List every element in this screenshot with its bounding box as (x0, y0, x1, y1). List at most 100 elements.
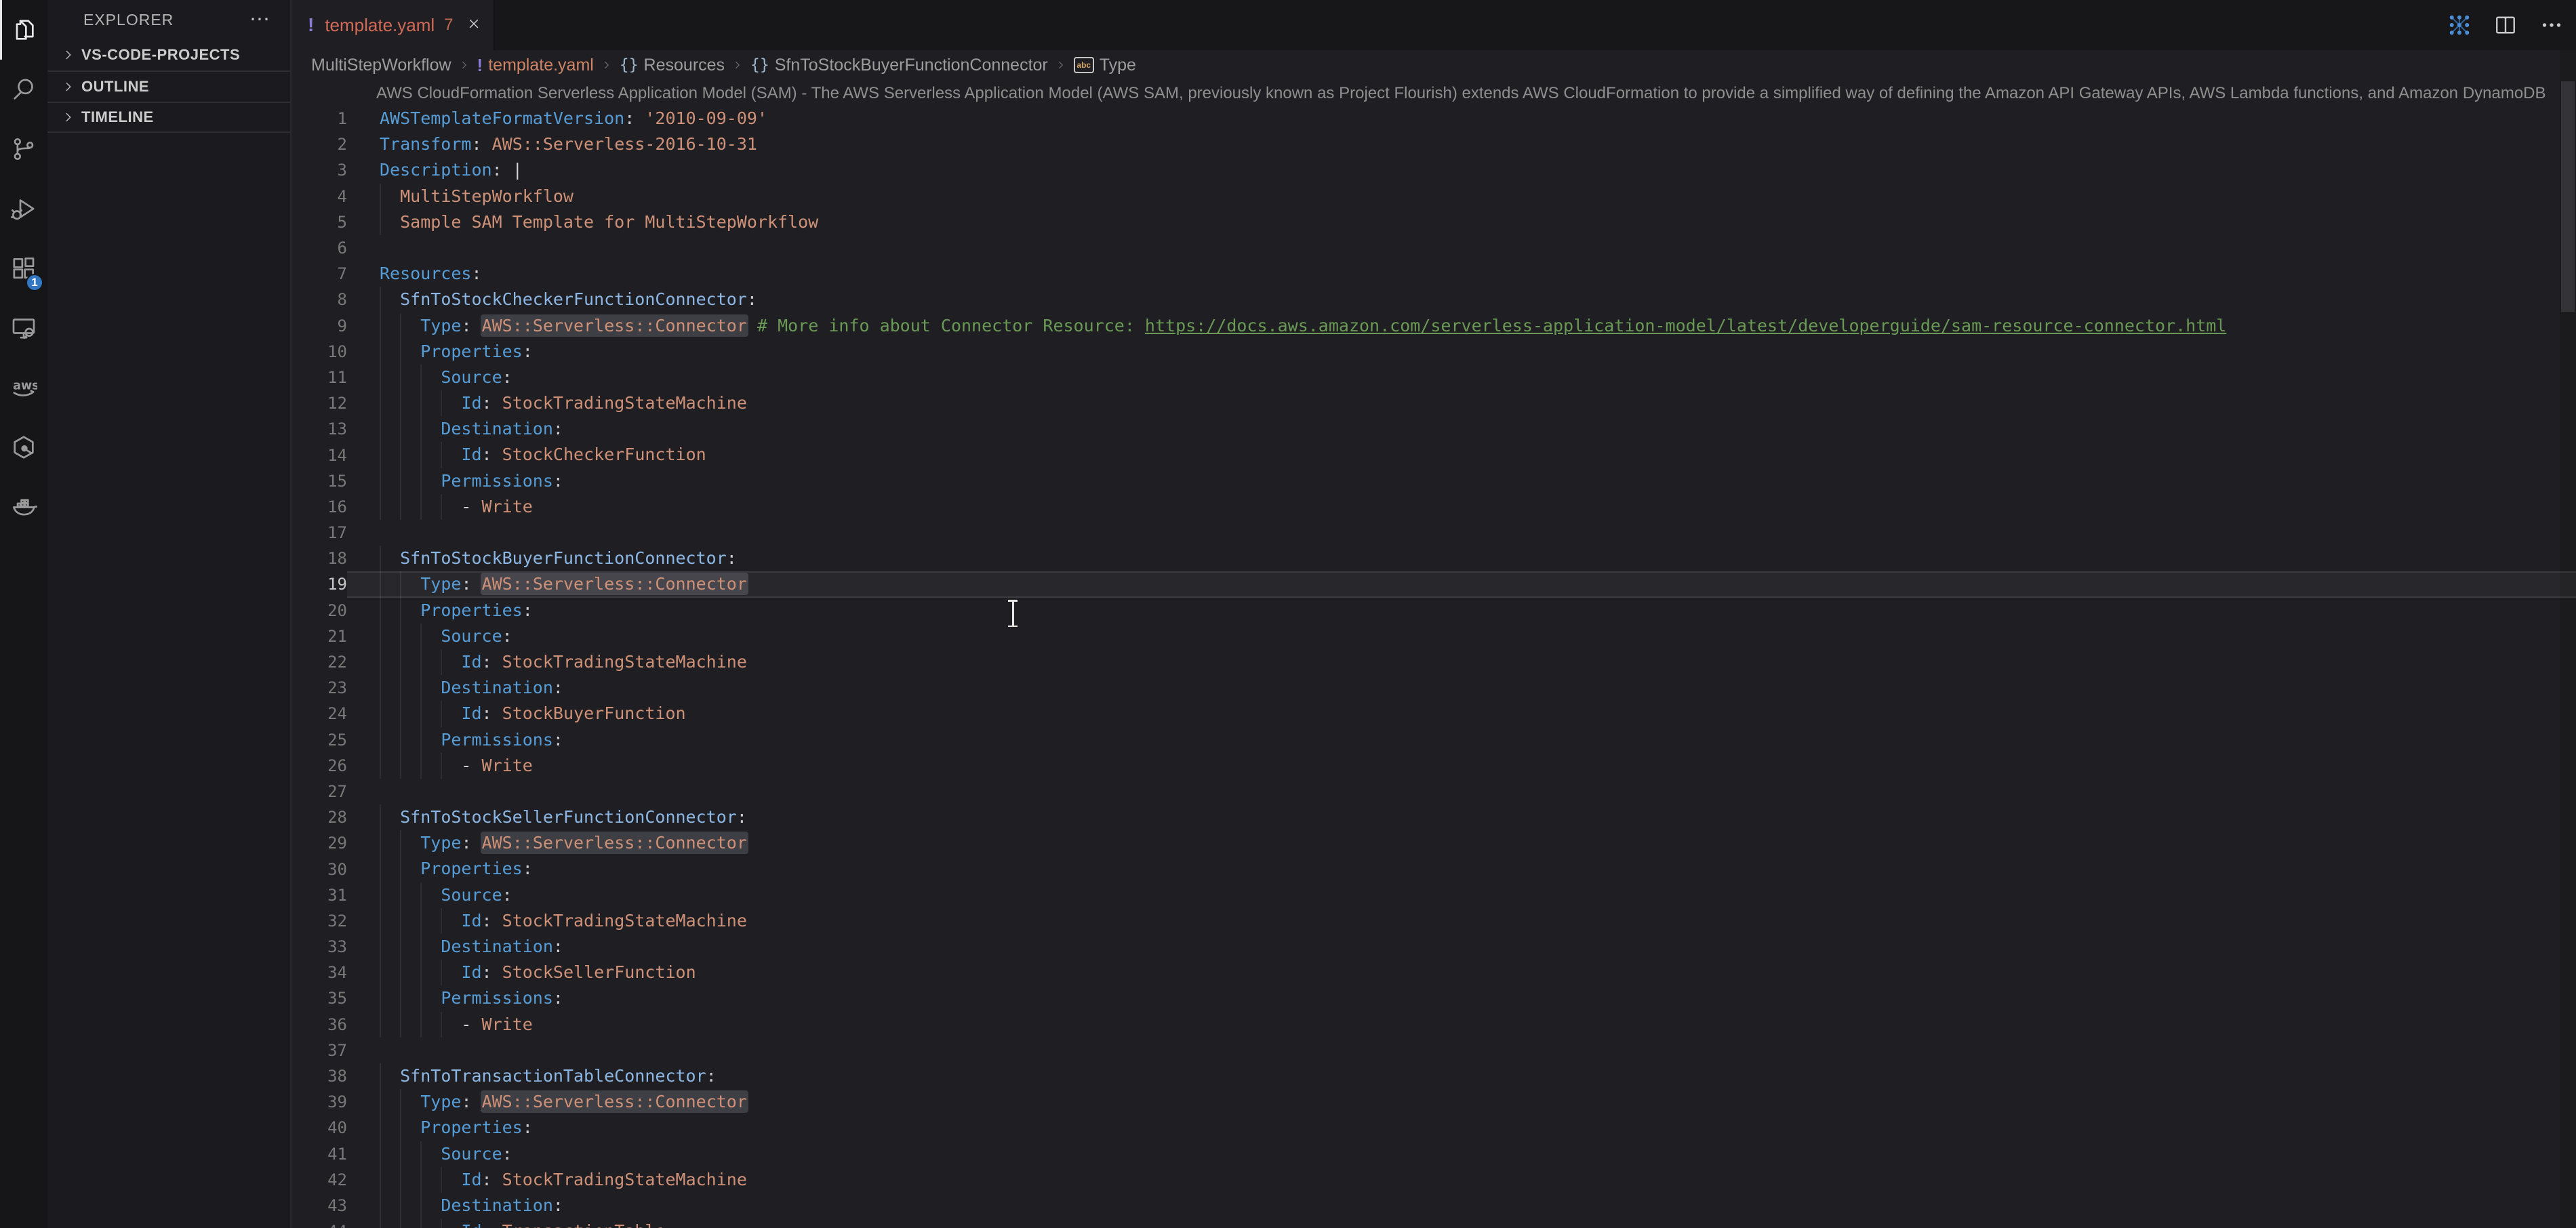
source-control-icon[interactable] (0, 119, 47, 179)
scrollbar-thumb[interactable] (2561, 81, 2575, 312)
editor-scrollbar[interactable] (2560, 50, 2576, 1228)
more-actions-button[interactable] (2538, 12, 2565, 39)
code-line[interactable]: 38 SfnToTransactionTableConnector: (293, 1063, 2576, 1089)
line-number[interactable]: 8 (293, 290, 347, 309)
line-number[interactable]: 14 (293, 446, 347, 465)
line-number[interactable]: 18 (293, 549, 347, 568)
line-number[interactable]: 19 (293, 575, 347, 594)
line-number[interactable]: 7 (293, 264, 347, 283)
code-line[interactable]: 21 Source: (293, 623, 2576, 649)
line-number[interactable]: 26 (293, 756, 347, 775)
line-number[interactable]: 15 (293, 472, 347, 491)
close-icon[interactable] (466, 16, 481, 35)
code-line[interactable]: 31 Source: (293, 882, 2576, 908)
code-line[interactable]: 28 SfnToStockSellerFunctionConnector: (293, 804, 2576, 830)
code-line[interactable]: 40 Properties: (293, 1115, 2576, 1141)
line-number[interactable]: 22 (293, 653, 347, 672)
code-line[interactable]: 13 Destination: (293, 416, 2576, 442)
code-line[interactable]: 1AWSTemplateFormatVersion: '2010-09-09' (293, 106, 2576, 131)
editor-area[interactable]: AWS CloudFormation Serverless Applicatio… (293, 80, 2576, 1228)
views-and-more-actions-icon[interactable]: ⋯ (249, 16, 270, 23)
line-number[interactable]: 42 (293, 1170, 347, 1189)
code-line[interactable]: 44 Id: TransactionTable (293, 1219, 2576, 1228)
line-number[interactable]: 41 (293, 1145, 347, 1164)
code-line[interactable]: 39 Type: AWS::Serverless::Connector (293, 1089, 2576, 1115)
line-number[interactable]: 43 (293, 1196, 347, 1215)
code-line[interactable]: 27 (293, 779, 2576, 804)
code-line[interactable]: 9 Type: AWS::Serverless::Connector # Mor… (293, 313, 2576, 339)
code-line[interactable]: 4 MultiStepWorkflow (293, 184, 2576, 209)
breadcrumb-item-type[interactable]: abcType (1074, 56, 1136, 75)
line-number[interactable]: 3 (293, 161, 347, 180)
line-number[interactable]: 29 (293, 834, 347, 853)
sidebar-section-timeline[interactable]: TIMELINE (47, 102, 290, 133)
sidebar-section-outline[interactable]: OUTLINE (47, 70, 290, 102)
line-number[interactable]: 28 (293, 808, 347, 827)
code-line[interactable]: 19 Type: AWS::Serverless::Connector (293, 571, 2576, 597)
code-line[interactable]: 2Transform: AWS::Serverless-2016-10-31 (293, 131, 2576, 157)
line-number[interactable]: 4 (293, 187, 347, 206)
code-line[interactable]: 10 Properties: (293, 339, 2576, 365)
line-number[interactable]: 37 (293, 1041, 347, 1060)
code-line[interactable]: 43 Destination: (293, 1193, 2576, 1219)
line-number[interactable]: 25 (293, 731, 347, 750)
line-number[interactable]: 44 (293, 1222, 347, 1228)
code-line[interactable]: 17 (293, 520, 2576, 546)
files-icon[interactable] (0, 0, 47, 60)
split-editor-button[interactable] (2492, 12, 2519, 39)
search-icon[interactable] (0, 60, 47, 119)
codewhisperer-icon[interactable] (0, 417, 47, 477)
code-line[interactable]: 7Resources: (293, 261, 2576, 287)
line-number[interactable]: 38 (293, 1067, 347, 1086)
code-line[interactable]: 20 Properties: (293, 598, 2576, 623)
code-line[interactable]: 5 Sample SAM Template for MultiStepWorkf… (293, 209, 2576, 235)
code-line[interactable]: 30 Properties: (293, 856, 2576, 882)
breadcrumb-item-sfntostockbuyerfunctionconnector[interactable]: {}SfnToStockBuyerFunctionConnector (750, 56, 1048, 75)
line-number[interactable]: 39 (293, 1092, 347, 1111)
extensions-icon[interactable]: 1 (0, 239, 47, 298)
code-line[interactable]: 8 SfnToStockCheckerFunctionConnector: (293, 287, 2576, 312)
line-number[interactable]: 12 (293, 394, 347, 413)
line-number[interactable]: 9 (293, 316, 347, 335)
code-line[interactable]: 25 Permissions: (293, 727, 2576, 753)
line-number[interactable]: 13 (293, 419, 347, 438)
line-number[interactable]: 2 (293, 135, 347, 154)
line-number[interactable]: 30 (293, 860, 347, 879)
line-number[interactable]: 31 (293, 886, 347, 905)
code-line[interactable]: 3Description: | (293, 157, 2576, 183)
code-line[interactable]: 11 Source: (293, 365, 2576, 390)
code-line[interactable]: 22 Id: StockTradingStateMachine (293, 649, 2576, 675)
line-number[interactable]: 32 (293, 912, 347, 930)
code-line[interactable]: 18 SfnToStockBuyerFunctionConnector: (293, 546, 2576, 571)
code-line[interactable]: 14 Id: StockCheckerFunction (293, 442, 2576, 468)
code-line[interactable]: 15 Permissions: (293, 468, 2576, 494)
code-line[interactable]: 35 Permissions: (293, 985, 2576, 1011)
line-number[interactable]: 27 (293, 782, 347, 801)
code-line[interactable]: 33 Destination: (293, 934, 2576, 960)
line-number[interactable]: 33 (293, 937, 347, 956)
breadcrumb-item-resources[interactable]: {}Resources (620, 56, 725, 75)
tab-template-yaml[interactable]: !template.yaml7 (293, 0, 495, 50)
code-line[interactable]: 32 Id: StockTradingStateMachine (293, 908, 2576, 934)
line-number[interactable]: 20 (293, 601, 347, 620)
line-number[interactable]: 10 (293, 342, 347, 361)
docker-icon[interactable] (0, 477, 47, 537)
code-line[interactable]: 36 - Write (293, 1012, 2576, 1038)
code-line[interactable]: 41 Source: (293, 1141, 2576, 1167)
code-line[interactable]: 24 Id: StockBuyerFunction (293, 701, 2576, 726)
line-number[interactable]: 24 (293, 704, 347, 723)
sidebar-section-vs-code-projects[interactable]: VS-CODE-PROJECTS (47, 39, 290, 70)
line-number[interactable]: 21 (293, 627, 347, 646)
line-number[interactable]: 23 (293, 678, 347, 697)
line-number[interactable]: 11 (293, 368, 347, 387)
aws-icon[interactable]: aws (0, 358, 47, 417)
code-line[interactable]: 34 Id: StockSellerFunction (293, 960, 2576, 985)
code-line[interactable]: 37 (293, 1038, 2576, 1063)
line-number[interactable]: 35 (293, 989, 347, 1008)
breadcrumb-item-multistepworkflow[interactable]: MultiStepWorkflow (311, 56, 451, 75)
line-number[interactable]: 16 (293, 497, 347, 516)
line-number[interactable]: 36 (293, 1015, 347, 1034)
application-composer-button[interactable] (2446, 12, 2473, 39)
remote-explorer-icon[interactable] (0, 298, 47, 358)
line-number[interactable]: 1 (293, 109, 347, 128)
